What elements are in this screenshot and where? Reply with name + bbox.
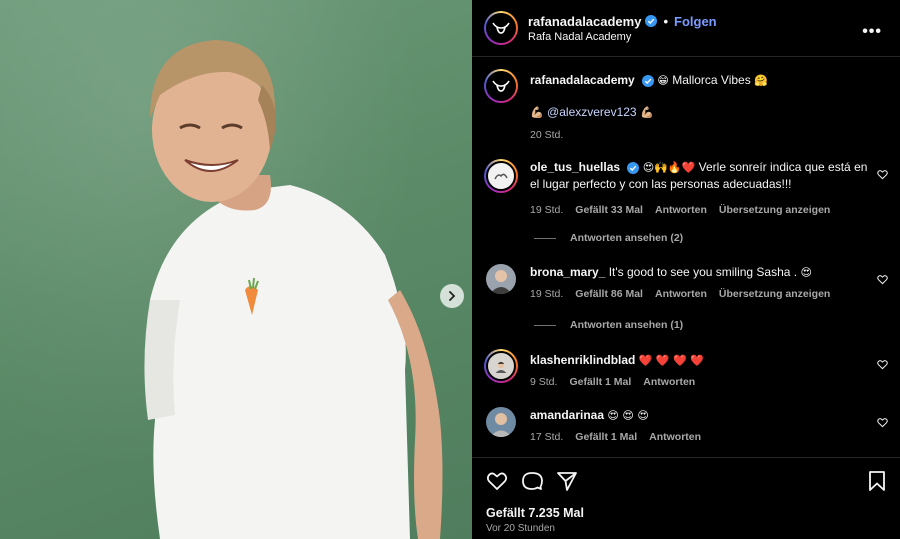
avatar-photo — [486, 407, 516, 437]
translate-button[interactable]: Übersetzung anzeigen — [719, 286, 830, 303]
comment-likes[interactable]: Gefällt 86 Mal — [575, 286, 643, 303]
post-image[interactable] — [0, 0, 472, 539]
replies-line — [534, 237, 556, 239]
comment-username[interactable]: brona_mary_ — [530, 265, 605, 279]
reply-button[interactable]: Antworten — [649, 429, 701, 446]
heart-icon[interactable] — [877, 274, 888, 285]
header-subtitle[interactable]: Rafa Nadal Academy — [528, 31, 717, 43]
verified-icon — [645, 15, 658, 27]
more-icon: ••• — [862, 23, 882, 40]
comment-text: It's good to see you smiling Sasha . — [608, 265, 798, 279]
header-username[interactable]: rafanadalacademy — [528, 14, 641, 29]
comments-scroll[interactable]: rafanadalacademy 😁 Mallorca Vibes 🤗 💪🏼 @… — [472, 57, 900, 457]
avatar[interactable] — [486, 407, 516, 437]
view-replies-button[interactable]: Antworten ansehen (2) — [534, 232, 683, 244]
post-likes[interactable]: Gefällt 7.235 Mal — [486, 506, 584, 520]
separator-dot: • — [663, 13, 669, 29]
comment-likes[interactable]: Gefällt 1 Mal — [575, 429, 637, 446]
reply-button[interactable]: Antworten — [643, 374, 695, 391]
comment: amandarinaa 😍 😍 😍 17 Std. Gefällt 1 Mal … — [484, 407, 888, 446]
verified-icon — [642, 74, 655, 87]
post-actions — [486, 470, 888, 492]
footprint-logo-icon — [494, 173, 508, 180]
comment-username[interactable]: klashenriklindblad — [530, 353, 635, 367]
reply-button[interactable]: Antworten — [655, 286, 707, 303]
caption-username[interactable]: rafanadalacademy — [530, 73, 635, 87]
flex-emoji: 💪🏼 — [639, 106, 654, 119]
comment-time[interactable]: 19 Std. — [530, 286, 563, 303]
heart-icon[interactable] — [877, 169, 888, 180]
comment-icon[interactable] — [521, 470, 543, 492]
comment-time[interactable]: 17 Std. — [530, 429, 563, 446]
comment-likes[interactable]: Gefällt 33 Mal — [575, 202, 643, 219]
view-replies-label: Antworten ansehen (1) — [570, 319, 684, 331]
translate-button[interactable]: Übersetzung anzeigen — [719, 202, 830, 219]
avatar[interactable] — [484, 11, 518, 45]
view-replies-label: Antworten ansehen (2) — [570, 232, 684, 244]
heart-icon[interactable] — [877, 417, 888, 428]
avatar[interactable] — [484, 159, 518, 193]
verified-icon — [627, 161, 640, 174]
heart-icon[interactable] — [486, 470, 508, 492]
post-time[interactable]: Vor 20 Stunden — [486, 523, 555, 534]
heart-icon[interactable] — [877, 359, 888, 370]
comment: brona_mary_ It's good to see you smiling… — [484, 264, 888, 303]
avatar[interactable] — [486, 264, 516, 294]
player-illustration — [144, 40, 443, 539]
view-replies-button[interactable]: Antworten ansehen (1) — [534, 319, 683, 331]
bull-logo-icon — [492, 80, 510, 92]
post-side-panel: rafanadalacademy • Folgen Rafa Nadal Aca… — [472, 0, 900, 539]
post-header: rafanadalacademy • Folgen Rafa Nadal Aca… — [484, 9, 888, 47]
bull-logo-icon — [492, 22, 510, 34]
caption: rafanadalacademy 😁 Mallorca Vibes 🤗 💪🏼 @… — [484, 69, 888, 144]
next-image-button[interactable] — [440, 284, 464, 308]
reply-button[interactable]: Antworten — [655, 202, 707, 219]
comment-likes[interactable]: Gefällt 1 Mal — [569, 374, 631, 391]
heart-eyes-emojis: 😍 😍 😍 — [607, 409, 649, 422]
caption-mention[interactable]: @alexzverev123 — [547, 105, 637, 119]
comment-emojis: 😍🙌🔥❤️ — [642, 161, 696, 174]
follow-button[interactable]: Folgen — [674, 14, 717, 29]
grin-emoji: 😁 — [657, 74, 669, 87]
comment: ole_tus_huellas 😍🙌🔥❤️ Verle sonreír indi… — [484, 159, 888, 219]
caption-text: Mallorca Vibes — [672, 73, 751, 87]
bookmark-icon[interactable] — [866, 470, 888, 492]
flex-emoji: 💪🏼 — [530, 106, 544, 119]
avatar-photo — [495, 361, 507, 373]
chevron-right-icon — [449, 291, 456, 301]
comment-time[interactable]: 9 Std. — [530, 374, 557, 391]
avatar[interactable] — [484, 349, 518, 383]
share-icon[interactable] — [556, 470, 578, 492]
comment-username[interactable]: amandarinaa — [530, 408, 604, 422]
avatar-photo — [486, 264, 516, 294]
replies-line — [534, 324, 556, 326]
caption-time[interactable]: 20 Std. — [530, 127, 563, 144]
more-options-button[interactable]: ••• — [862, 23, 882, 41]
avatar[interactable] — [484, 69, 518, 103]
hearts-emoji: ❤️ ❤️ ❤️ ❤️ — [638, 354, 704, 367]
hug-emoji: 🤗 — [754, 74, 768, 87]
actions-divider — [472, 457, 900, 458]
comment-time[interactable]: 19 Std. — [530, 202, 563, 219]
heart-eyes-emoji: 😍 — [800, 266, 812, 279]
comment-username[interactable]: ole_tus_huellas — [530, 160, 620, 174]
comment: klashenriklindblad ❤️ ❤️ ❤️ ❤️ 9 Std. Ge… — [484, 349, 888, 391]
